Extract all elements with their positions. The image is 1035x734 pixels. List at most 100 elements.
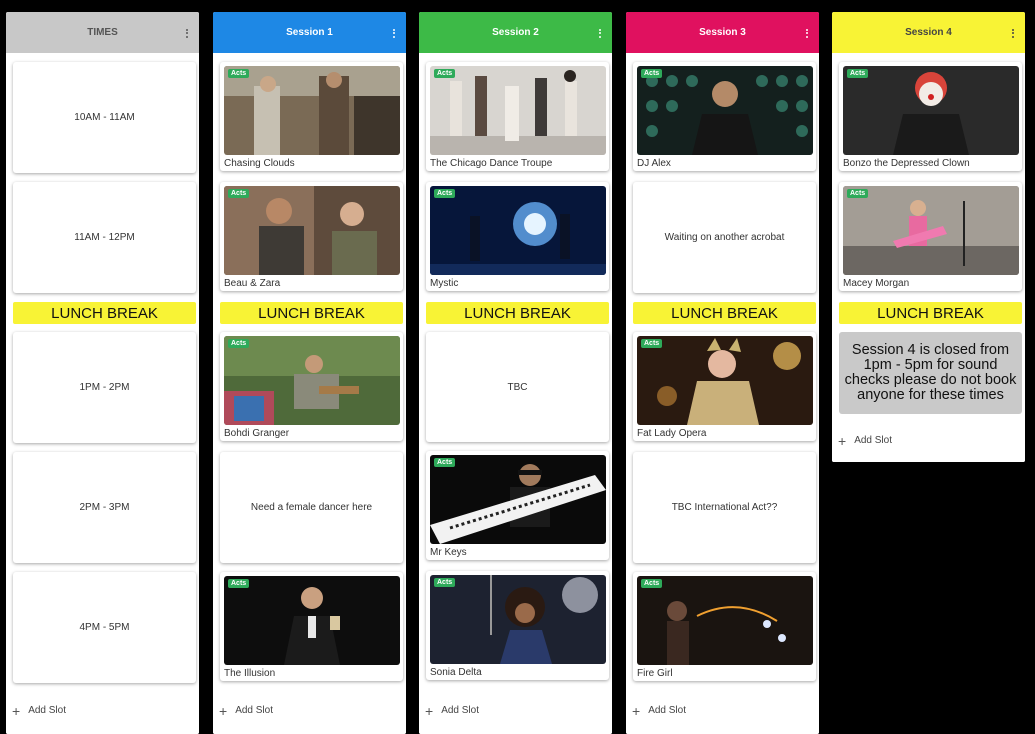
- slot-note-card[interactable]: TBC: [426, 332, 609, 442]
- slot-note: Need a female dancer here: [250, 502, 373, 513]
- act-card[interactable]: Acts Chasing Clouds: [220, 62, 403, 171]
- add-slot-label: Add Slot: [235, 705, 273, 716]
- slot-note-card[interactable]: Need a female dancer here: [220, 452, 403, 563]
- act-photo: [430, 575, 606, 664]
- more-vert-icon[interactable]: [390, 26, 398, 40]
- add-slot-button[interactable]: + Add Slot: [632, 704, 686, 718]
- more-vert-icon[interactable]: [1009, 26, 1017, 40]
- acts-tag: Acts: [434, 578, 456, 587]
- add-slot-button[interactable]: + Add Slot: [219, 702, 273, 719]
- act-name: The Illusion: [224, 668, 276, 679]
- acts-tag: Acts: [228, 189, 250, 198]
- time-slot[interactable]: 11AM - 12PM: [13, 182, 196, 293]
- act-card[interactable]: Acts Bonzo the Depressed Clown: [839, 62, 1022, 171]
- column-header-session-4: Session 4: [832, 12, 1025, 53]
- slot-note: TBC: [507, 381, 528, 393]
- column-title: TIMES: [87, 27, 118, 38]
- act-card[interactable]: Acts Mystic: [426, 182, 609, 291]
- acts-tag: Acts: [847, 189, 869, 198]
- add-slot-label: Add Slot: [28, 705, 66, 716]
- lunch-label: LUNCH BREAK: [258, 304, 365, 322]
- session-closed-note: Session 4 is closed from 1pm - 5pm for s…: [839, 332, 1022, 414]
- time-slot[interactable]: 4PM - 5PM: [13, 572, 196, 683]
- column-body: Acts The Chicago Dance Troupe Acts Mysti…: [419, 53, 612, 734]
- time-slot[interactable]: 1PM - 2PM: [13, 332, 196, 443]
- act-card[interactable]: Acts Sonia Delta: [426, 571, 609, 680]
- acts-tag: Acts: [228, 339, 250, 348]
- column-header-times: TIMES: [6, 12, 199, 53]
- plus-icon: +: [12, 702, 21, 719]
- column-body: Acts Chasing Clouds Acts Beau & Zara LUN…: [213, 53, 406, 734]
- time-slot[interactable]: 10AM - 11AM: [13, 62, 196, 173]
- column-session-3: Session 3 Acts DJ Alex Waiting on anothe…: [626, 12, 819, 734]
- lunch-label: LUNCH BREAK: [877, 304, 984, 322]
- time-label: 11AM - 12PM: [74, 232, 135, 243]
- act-photo: [430, 186, 606, 275]
- act-photo: [637, 66, 813, 155]
- slot-note-card[interactable]: Waiting on another acrobat: [633, 182, 816, 293]
- column-session-4: Session 4 Acts Bonzo the Depressed Clown…: [832, 12, 1025, 462]
- column-header-session-3: Session 3: [626, 12, 819, 53]
- lunch-break-banner: LUNCH BREAK: [220, 302, 403, 324]
- act-card[interactable]: Acts Mr Keys: [426, 451, 609, 560]
- act-photo: [430, 455, 606, 544]
- more-vert-icon[interactable]: [183, 26, 191, 40]
- act-name: Mr Keys: [430, 547, 467, 558]
- add-slot-button[interactable]: + Add Slot: [12, 702, 66, 719]
- acts-tag: Acts: [434, 189, 456, 198]
- act-card[interactable]: Acts Macey Morgan: [839, 182, 1022, 291]
- act-name: Fire Girl: [637, 668, 673, 679]
- act-photo: [224, 576, 400, 665]
- act-card[interactable]: Acts Bohdi Granger: [220, 332, 403, 441]
- act-name: Bonzo the Depressed Clown: [843, 158, 970, 169]
- add-slot-button[interactable]: + Add Slot: [838, 434, 892, 448]
- act-name: Chasing Clouds: [224, 158, 295, 169]
- act-card[interactable]: Acts The Illusion: [220, 572, 403, 681]
- slot-note: Waiting on another acrobat: [664, 232, 785, 243]
- column-body: 10AM - 11AM 11AM - 12PM LUNCH BREAK 1PM …: [6, 53, 199, 734]
- lunch-break-banner: LUNCH BREAK: [839, 302, 1022, 324]
- time-slot[interactable]: 2PM - 3PM: [13, 452, 196, 563]
- act-card[interactable]: Acts DJ Alex: [633, 62, 816, 171]
- slot-note: TBC International Act??: [671, 502, 778, 513]
- time-label: 1PM - 2PM: [79, 382, 130, 393]
- act-card[interactable]: Acts Fire Girl: [633, 572, 816, 681]
- act-name: Bohdi Granger: [224, 428, 290, 439]
- slot-note-card[interactable]: TBC International Act??: [633, 452, 816, 563]
- acts-tag: Acts: [641, 579, 663, 588]
- add-slot-label: Add Slot: [854, 435, 892, 446]
- time-label: 10AM - 11AM: [74, 112, 135, 123]
- act-photo: [637, 576, 813, 665]
- act-name: Sonia Delta: [430, 667, 482, 678]
- lunch-break-banner: LUNCH BREAK: [426, 302, 609, 324]
- column-title: Session 1: [286, 27, 333, 38]
- more-vert-icon[interactable]: [803, 26, 811, 40]
- acts-tag: Acts: [641, 339, 663, 348]
- plus-icon: +: [425, 702, 434, 719]
- lunch-label: LUNCH BREAK: [51, 304, 158, 322]
- column-session-1: Session 1 Acts Chasing Clouds Acts Beau …: [213, 12, 406, 734]
- acts-tag: Acts: [434, 69, 456, 78]
- act-name: The Chicago Dance Troupe: [430, 158, 553, 169]
- column-times: TIMES 10AM - 11AM 11AM - 12PM LUNCH BREA…: [6, 12, 199, 734]
- closed-note-text: Session 4 is closed from 1pm - 5pm for s…: [844, 342, 1017, 403]
- column-title: Session 4: [905, 27, 952, 38]
- act-name: Mystic: [430, 278, 459, 289]
- acts-tag: Acts: [847, 69, 869, 78]
- more-vert-icon[interactable]: [596, 26, 604, 40]
- act-card[interactable]: Acts Fat Lady Opera: [633, 332, 816, 441]
- column-body: Acts DJ Alex Waiting on another acrobat …: [626, 53, 819, 734]
- act-card[interactable]: Acts Beau & Zara: [220, 182, 403, 291]
- act-photo: [843, 66, 1019, 155]
- act-photo: [430, 66, 606, 155]
- time-label: 2PM - 3PM: [79, 502, 130, 513]
- act-photo: [843, 186, 1019, 275]
- act-card[interactable]: Acts The Chicago Dance Troupe: [426, 62, 609, 171]
- column-header-session-2: Session 2: [419, 12, 612, 53]
- plus-icon: +: [219, 702, 228, 719]
- column-title: Session 2: [492, 27, 539, 38]
- add-slot-button[interactable]: + Add Slot: [425, 702, 479, 719]
- act-photo: [637, 336, 813, 425]
- add-slot-label: Add Slot: [441, 705, 479, 716]
- act-name: Fat Lady Opera: [637, 428, 707, 439]
